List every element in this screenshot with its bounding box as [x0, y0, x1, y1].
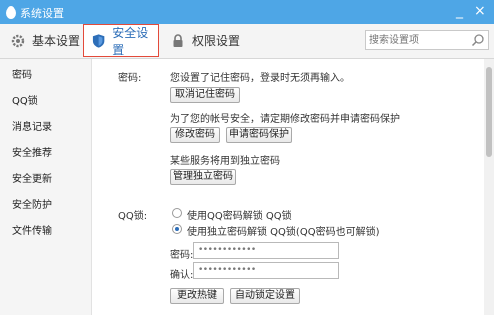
- minimize-button[interactable]: _: [456, 2, 463, 20]
- independent-password-text: 某些服务将用到独立密码: [170, 156, 280, 167]
- tab-label: 权限设置: [192, 34, 241, 48]
- lock-confirm-label: 确认:: [170, 270, 194, 281]
- password-section-label: 密码:: [118, 73, 142, 84]
- auto-lock-settings-button[interactable]: 自动锁定设置: [230, 288, 300, 304]
- sidebar-item-security-protection[interactable]: 安全防护: [12, 196, 52, 211]
- sidebar-item-file-transfer[interactable]: 文件传输: [12, 222, 52, 237]
- sidebar-item-password[interactable]: 密码: [12, 66, 32, 81]
- tab-permission-settings[interactable]: 权限设置: [170, 24, 240, 57]
- search-icon[interactable]: [471, 33, 485, 47]
- lock-icon: [173, 33, 183, 47]
- sidebar-item-security-recommend[interactable]: 安全推荐: [12, 144, 52, 159]
- manage-independent-password-button[interactable]: 管理独立密码: [170, 169, 236, 185]
- sidebar-item-message-history[interactable]: 消息记录: [12, 118, 52, 133]
- lock-password-field[interactable]: ••••••••••••: [193, 242, 339, 259]
- sidebar-item-security-update[interactable]: 安全更新: [12, 170, 52, 185]
- apply-password-protection-button[interactable]: 申请密码保护: [226, 127, 292, 143]
- sidebar: 密码 QQ锁 消息记录 安全推荐 安全更新 安全防护 文件传输: [0, 59, 92, 315]
- remembered-password-text: 您设置了记住密码，登录时无须再输入。: [170, 73, 350, 84]
- scrollbar-thumb[interactable]: [486, 67, 492, 157]
- window-title: 系统设置: [20, 7, 64, 20]
- cancel-remember-password-button[interactable]: 取消记住密码: [170, 87, 240, 103]
- vertical-scrollbar[interactable]: [484, 59, 494, 315]
- independent-password-unlock-radio[interactable]: [172, 224, 182, 234]
- lock-confirm-field[interactable]: ••••••••••••: [193, 262, 339, 279]
- qq-password-unlock-radio[interactable]: [172, 208, 182, 218]
- tab-label: 安全设置: [112, 25, 149, 57]
- search-input[interactable]: [369, 32, 469, 48]
- search-box[interactable]: [365, 30, 489, 50]
- independent-password-unlock-label[interactable]: 使用独立密码解锁 QQ锁(QQ密码也可解锁): [187, 223, 379, 238]
- tab-label: 基本设置: [32, 34, 81, 48]
- change-hotkey-button[interactable]: 更改热键: [170, 288, 224, 304]
- settings-panel: 密码: 您设置了记住密码，登录时无须再输入。 取消记住密码 为了您的帐号安全，请…: [92, 59, 484, 315]
- qq-penguin-icon: [6, 6, 16, 19]
- gear-icon: [11, 34, 25, 47]
- tab-bar: 基本设置 安全设置 权限设置: [0, 24, 494, 59]
- change-password-button[interactable]: 修改密码: [170, 127, 220, 143]
- lock-password-label: 密码:: [170, 250, 194, 261]
- tab-security-settings[interactable]: 安全设置: [83, 24, 159, 57]
- title-bar: 系统设置 _ ×: [0, 0, 494, 24]
- qqlock-section-label: QQ锁:: [118, 211, 148, 222]
- tab-basic-settings[interactable]: 基本设置: [10, 24, 80, 57]
- password-advice-text: 为了您的帐号安全，请定期修改密码并申请密码保护: [170, 114, 400, 125]
- sidebar-item-qqlock[interactable]: QQ锁: [12, 92, 38, 107]
- shield-icon: [92, 33, 105, 48]
- close-button[interactable]: ×: [474, 2, 486, 20]
- qq-password-unlock-label[interactable]: 使用QQ密码解锁 QQ锁: [187, 207, 292, 222]
